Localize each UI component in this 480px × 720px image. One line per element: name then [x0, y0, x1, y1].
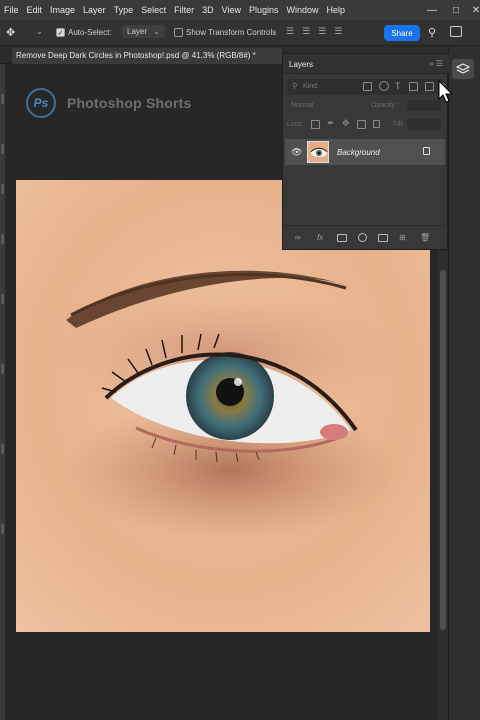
- search-icon: ⚲: [292, 83, 298, 90]
- document-tab[interactable]: Remove Deep Dark Circles in Photoshop!.p…: [12, 48, 282, 64]
- photoshop-logo-icon: Ps: [26, 88, 56, 118]
- lock-transparent-icon[interactable]: [311, 120, 320, 129]
- auto-select-checkbox[interactable]: ✓: [56, 28, 65, 37]
- adjustment-icon[interactable]: [358, 233, 367, 242]
- menu-plugins[interactable]: Plugins: [245, 5, 283, 15]
- document-tab-bar: Remove Deep Dark Circles in Photoshop!.p…: [0, 46, 282, 64]
- layers-panel-icon[interactable]: [452, 59, 474, 79]
- tool-icon[interactable]: [1, 144, 4, 154]
- new-layer-icon[interactable]: ⊞: [399, 233, 406, 242]
- auto-select-label: Auto-Select:: [68, 28, 112, 37]
- tool-preset-chevron-icon[interactable]: ⌄: [36, 27, 43, 36]
- share-button[interactable]: Share: [384, 25, 420, 41]
- trash-icon[interactable]: 🗑: [420, 233, 430, 242]
- menu-edit[interactable]: Edit: [23, 5, 47, 15]
- layer-thumbnail: [307, 141, 329, 163]
- kind-filter[interactable]: Kind: [303, 83, 317, 90]
- shape-filter-icon[interactable]: [409, 82, 418, 91]
- menu-filter[interactable]: Filter: [170, 5, 198, 15]
- layers-panel-footer: ∞ fx ⊞ 🗑: [283, 225, 449, 249]
- tool-icon[interactable]: [1, 444, 4, 454]
- mouse-cursor-icon: [438, 80, 454, 103]
- lock-image-icon[interactable]: ✒: [327, 118, 335, 129]
- type-filter-icon[interactable]: T: [395, 81, 401, 91]
- options-bar: ✥ ⌄ ✓ Auto-Select: Layer ⌄ Show Transfor…: [0, 20, 480, 46]
- mask-icon[interactable]: [337, 234, 347, 242]
- panel-menu-icon[interactable]: » ☰: [429, 59, 443, 68]
- lock-position-icon[interactable]: ✥: [342, 118, 350, 129]
- minimize-icon[interactable]: —: [420, 0, 444, 20]
- tool-icon[interactable]: [1, 294, 4, 304]
- align-icons[interactable]: ☰☰☰☰: [286, 26, 350, 37]
- lock-all-icon[interactable]: [373, 120, 380, 128]
- menu-layer[interactable]: Layer: [79, 5, 110, 15]
- layer-name[interactable]: Background: [337, 148, 380, 157]
- link-icon[interactable]: ∞: [295, 233, 301, 242]
- tool-icon[interactable]: [1, 524, 4, 534]
- fill-label: Fill:: [393, 121, 404, 128]
- move-tool-icon[interactable]: ✥: [6, 26, 15, 39]
- show-transform-checkbox[interactable]: [174, 28, 183, 37]
- canvas-scrollbar[interactable]: [438, 250, 448, 720]
- panel-dock: [448, 46, 480, 720]
- menu-select[interactable]: Select: [137, 5, 170, 15]
- tool-icon[interactable]: [1, 184, 4, 194]
- fx-icon[interactable]: fx: [317, 233, 323, 242]
- opacity-label: Opacity:: [371, 102, 397, 109]
- layer-filter-bar[interactable]: ⚲ Kind T: [287, 79, 445, 95]
- menu-window[interactable]: Window: [283, 5, 323, 15]
- menu-type[interactable]: Type: [110, 5, 138, 15]
- lock-artboard-icon[interactable]: [357, 120, 366, 129]
- adjustment-filter-icon[interactable]: [379, 81, 389, 91]
- channel-title: Photoshop Shorts: [67, 95, 192, 111]
- menu-file[interactable]: File: [0, 5, 23, 15]
- layer-row-background[interactable]: 👁 Background: [285, 139, 445, 165]
- tools-panel: [0, 64, 5, 720]
- auto-select-dropdown[interactable]: Layer ⌄: [122, 25, 165, 38]
- photoshop-window: File Edit Image Layer Type Select Filter…: [0, 0, 480, 720]
- folder-icon[interactable]: [378, 234, 388, 242]
- tool-icon[interactable]: [1, 94, 4, 104]
- layers-panel-header: Layers » ☰: [283, 54, 449, 74]
- smart-object-filter-icon[interactable]: [425, 82, 434, 91]
- layers-panel-title[interactable]: Layers: [289, 60, 313, 69]
- lock-icon: [423, 147, 430, 155]
- menu-3d[interactable]: 3D: [198, 5, 218, 15]
- tool-icon[interactable]: [1, 364, 4, 374]
- menu-image[interactable]: Image: [46, 5, 79, 15]
- blend-opacity-row: Normal Opacity:: [287, 99, 445, 113]
- close-icon[interactable]: ✕: [464, 0, 480, 20]
- menu-help[interactable]: Help: [323, 5, 350, 15]
- blend-mode-dropdown[interactable]: Normal: [291, 102, 314, 109]
- menu-bar: File Edit Image Layer Type Select Filter…: [0, 0, 480, 20]
- opacity-field[interactable]: [407, 100, 441, 111]
- lock-label: Lock:: [287, 121, 304, 128]
- layers-icon: [456, 63, 470, 74]
- auto-select-value: Layer: [127, 27, 148, 36]
- tool-icon[interactable]: [1, 234, 4, 244]
- menu-view[interactable]: View: [218, 5, 245, 15]
- layers-panel: Layers » ☰ ⚲ Kind T Normal Opacity: Lock…: [282, 53, 449, 250]
- pixel-filter-icon[interactable]: [363, 82, 372, 91]
- workspace-icon[interactable]: [450, 26, 462, 37]
- eye-icon[interactable]: 👁: [291, 147, 302, 158]
- search-icon[interactable]: ⚲: [428, 26, 436, 39]
- lock-fill-row: Lock: ✒ ✥ Fill:: [287, 118, 445, 132]
- chevron-down-icon: ⌄: [153, 27, 160, 36]
- show-transform-label: Show Transform Controls: [186, 28, 277, 37]
- scrollbar-thumb[interactable]: [440, 270, 446, 630]
- fill-field[interactable]: [407, 119, 441, 130]
